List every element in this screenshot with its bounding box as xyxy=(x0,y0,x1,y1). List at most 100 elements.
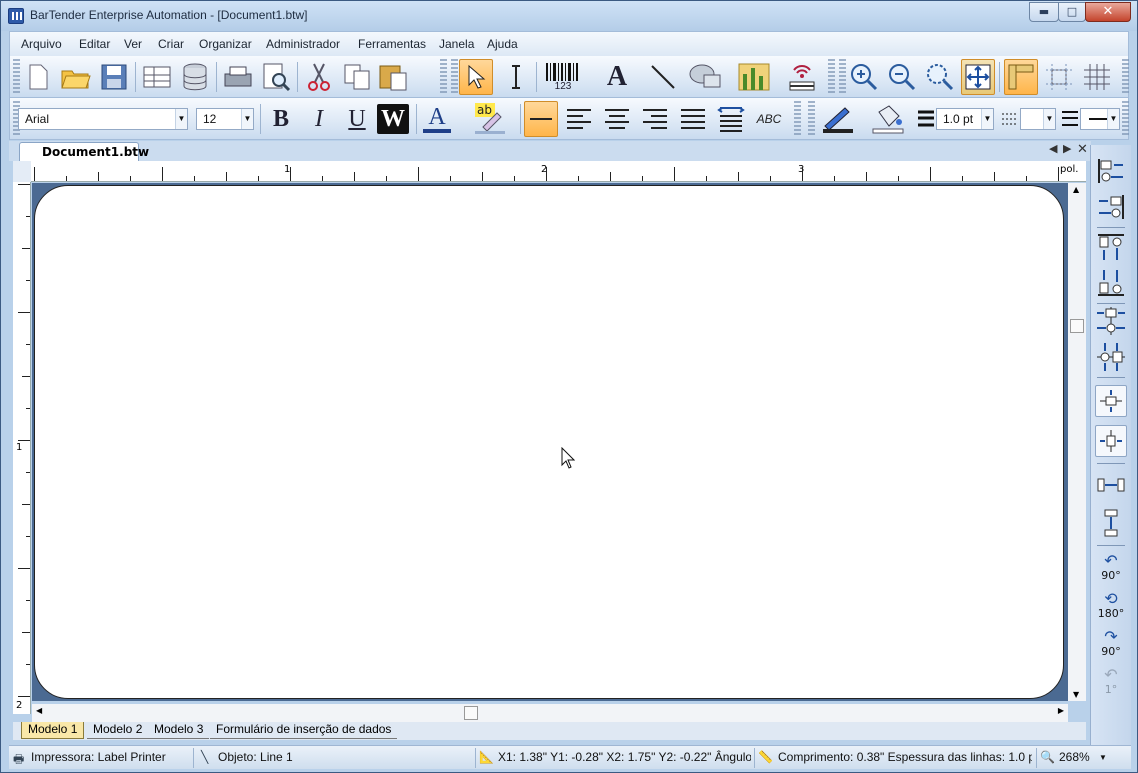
scroll-down-icon[interactable]: ▼ xyxy=(1073,690,1079,699)
design-canvas[interactable] xyxy=(32,183,1068,701)
tab-document1[interactable]: Document1.btw xyxy=(19,142,149,161)
align-vertical-centers-icon[interactable] xyxy=(1095,341,1127,373)
chevron-down-icon[interactable]: ▼ xyxy=(1043,109,1055,129)
tab-scroll-right-icon[interactable]: ▶ xyxy=(1063,142,1071,155)
menu-arquivo[interactable]: Arquivo xyxy=(21,37,62,51)
line-weight-dropdown[interactable]: 1.0 pt ▼ xyxy=(936,108,994,130)
text-cursor-icon[interactable] xyxy=(499,59,533,95)
print-preview-icon[interactable] xyxy=(259,59,293,95)
line-style-icon[interactable] xyxy=(1000,101,1020,137)
line-color-button[interactable] xyxy=(816,101,860,137)
scroll-left-icon[interactable]: ◀ xyxy=(36,706,42,715)
fit-text-icon[interactable] xyxy=(714,101,748,137)
reverse-text-button[interactable]: W xyxy=(377,104,409,134)
center-vertically-icon[interactable] xyxy=(1095,385,1127,417)
align-top-edges-icon[interactable] xyxy=(1095,231,1127,263)
line-style-dropdown[interactable]: ▼ xyxy=(1020,108,1056,130)
chevron-down-icon[interactable]: ▼ xyxy=(175,109,187,129)
vertical-scroll-thumb[interactable] xyxy=(1070,319,1084,333)
toolbar-overflow[interactable] xyxy=(1122,59,1129,95)
align-left-icon[interactable] xyxy=(562,101,596,137)
align-right-edges-icon[interactable] xyxy=(1095,191,1127,223)
align-bottom-edges-icon[interactable] xyxy=(1095,267,1127,299)
vertical-ruler[interactable]: 1 2 xyxy=(13,182,31,714)
distribute-vertically-icon[interactable] xyxy=(1095,507,1127,539)
tab-modelo-2[interactable]: Modelo 2 xyxy=(87,722,149,739)
save-icon[interactable] xyxy=(97,59,131,95)
chevron-down-icon[interactable]: ▼ xyxy=(241,109,253,129)
font-family-dropdown[interactable]: Arial ▼ xyxy=(18,108,188,130)
center-horizontally-icon[interactable] xyxy=(1095,425,1127,457)
bartender-app-icon[interactable] xyxy=(8,8,24,24)
distribute-horizontally-icon[interactable] xyxy=(1095,469,1127,501)
tab-modelo-1[interactable]: Modelo 1 xyxy=(21,722,85,739)
snap-guides-icon[interactable] xyxy=(1042,59,1076,95)
close-button[interactable]: ✕ xyxy=(1085,2,1131,22)
toolbar-grip[interactable] xyxy=(13,59,20,95)
scroll-right-icon[interactable]: ▶ xyxy=(1058,706,1064,715)
select-pointer-icon[interactable] xyxy=(459,59,493,95)
paste-icon[interactable] xyxy=(376,59,410,95)
menu-ajuda[interactable]: Ajuda xyxy=(487,37,518,51)
horizontal-scroll-thumb[interactable] xyxy=(464,706,478,720)
align-horizontal-centers-icon[interactable] xyxy=(1095,305,1127,337)
close-document-icon[interactable]: ✕ xyxy=(1077,142,1088,157)
menu-organizar[interactable]: Organizar xyxy=(199,37,252,51)
toolbar-overflow[interactable] xyxy=(1122,101,1129,137)
underline-button[interactable]: U xyxy=(340,101,374,137)
fill-color-button[interactable] xyxy=(866,101,910,137)
toolbar-grip[interactable] xyxy=(808,101,815,137)
menu-editar[interactable]: Editar xyxy=(79,37,110,51)
font-color-button[interactable]: A xyxy=(420,101,454,137)
italic-button[interactable]: I xyxy=(302,101,336,137)
spell-check-button[interactable]: ABC xyxy=(752,101,786,137)
align-left-edges-icon[interactable] xyxy=(1095,155,1127,187)
rotate-ccw-90-icon[interactable]: ↶ 90° xyxy=(1095,551,1127,583)
tab-scroll-left-icon[interactable]: ◀ xyxy=(1049,142,1057,155)
new-document-icon[interactable] xyxy=(21,59,55,95)
toolbar-grip[interactable] xyxy=(451,59,458,95)
rotate-cw-90-icon[interactable]: ↷ 90° xyxy=(1095,627,1127,659)
align-justify-icon[interactable] xyxy=(676,101,710,137)
menu-janela[interactable]: Janela xyxy=(439,37,474,51)
text-tool-icon[interactable]: A xyxy=(600,59,634,95)
toolbar-grip[interactable] xyxy=(839,59,846,95)
align-center-icon[interactable] xyxy=(600,101,634,137)
line-weight-icon[interactable] xyxy=(916,101,936,137)
menu-ver[interactable]: Ver xyxy=(124,37,142,51)
rfid-encoder-icon[interactable] xyxy=(782,59,822,95)
page-setup-icon[interactable] xyxy=(140,59,174,95)
vertical-scrollbar[interactable]: ▲ ▼ xyxy=(1068,183,1086,701)
barcode-icon[interactable]: 123 xyxy=(540,59,586,95)
menu-criar[interactable]: Criar xyxy=(158,37,184,51)
grid-toggle-icon[interactable] xyxy=(1080,59,1114,95)
rotate-1-degree-icon[interactable]: ↶ 1° xyxy=(1095,665,1127,697)
line-tool-icon[interactable] xyxy=(646,59,680,95)
ruler-toggle-icon[interactable] xyxy=(1004,59,1038,95)
tab-modelo-3[interactable]: Modelo 3 xyxy=(148,722,210,739)
status-zoom[interactable]: 268% xyxy=(1059,750,1099,764)
label-template[interactable] xyxy=(34,185,1064,699)
copy-icon[interactable] xyxy=(340,59,374,95)
scroll-up-icon[interactable]: ▲ xyxy=(1073,185,1079,194)
open-folder-icon[interactable] xyxy=(59,59,93,95)
horizontal-scrollbar[interactable]: ◀ ▶ xyxy=(32,704,1068,722)
tab-data-entry-form[interactable]: Formulário de inserção de dados xyxy=(210,722,398,739)
line-ending-icon[interactable] xyxy=(1060,101,1080,137)
zoom-rectangle-icon[interactable] xyxy=(923,59,957,95)
picture-tool-icon[interactable] xyxy=(734,59,774,95)
title-bar[interactable]: BarTender Enterprise Automation - [Docum… xyxy=(1,1,1137,31)
align-right-icon[interactable] xyxy=(638,101,672,137)
toolbar-overflow[interactable] xyxy=(440,59,447,95)
horizontal-ruler[interactable]: 1 2 3 pol. xyxy=(31,161,1086,182)
menu-ferramentas[interactable]: Ferramentas xyxy=(358,37,426,51)
maximize-button[interactable]: □ xyxy=(1058,2,1086,22)
print-icon[interactable] xyxy=(221,59,255,95)
font-size-dropdown[interactable]: 12 ▼ xyxy=(196,108,254,130)
toolbar-overflow[interactable] xyxy=(828,59,835,95)
zoom-out-icon[interactable] xyxy=(885,59,919,95)
shape-tool-icon[interactable] xyxy=(686,59,726,95)
align-none-icon[interactable] xyxy=(524,101,558,137)
zoom-fit-icon[interactable] xyxy=(961,59,995,95)
toolbar-overflow[interactable] xyxy=(794,101,801,137)
